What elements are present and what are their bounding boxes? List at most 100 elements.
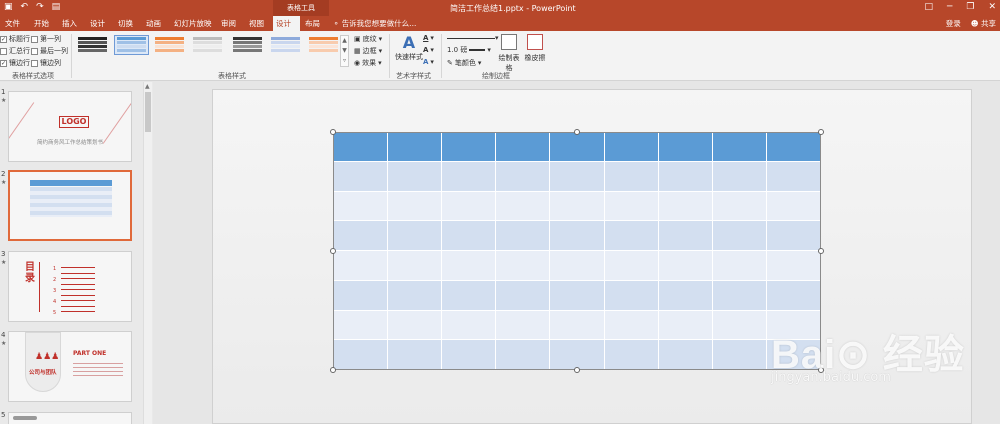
effects-button[interactable]: ◉ 效果 ▾ — [354, 58, 382, 68]
checkbox-last-column[interactable] — [31, 47, 38, 55]
undo-icon[interactable]: ↶ — [21, 2, 29, 12]
pen-color-label: 笔颜色 — [454, 59, 476, 67]
gallery-scroll[interactable]: ▲ ▼ ▿ — [340, 35, 349, 67]
pen-style-line[interactable] — [447, 38, 495, 39]
thumb-logo-box: LOGO — [59, 116, 89, 128]
start-from-beginning-icon[interactable]: ▤ — [52, 2, 61, 12]
option-banded-rows[interactable]: ✓ 镶边行 — [0, 58, 30, 68]
slide-thumb-4[interactable]: ♟♟♟ 公司与团队 PART ONE — [8, 331, 132, 402]
table-style-thumb-selected[interactable] — [114, 35, 149, 55]
chevron-down-icon: ▾ — [430, 34, 434, 42]
table-style-thumb[interactable] — [152, 35, 187, 55]
option-last-column[interactable]: 最后一列 — [31, 46, 68, 56]
ribbon-display-options-icon[interactable]: □ — [924, 2, 933, 12]
ribbon-tabs: 文件 开始 插入 设计 切换 动画 幻灯片放映 审阅 视图 设计 布局 ⚬ 告诉… — [0, 16, 1000, 31]
slide-thumb-2[interactable] — [8, 170, 132, 241]
table-style-thumb[interactable] — [230, 35, 265, 55]
slide-thumb-3[interactable]: 目录 1 2 3 4 5 — [8, 251, 132, 322]
slide-number: 3 — [1, 250, 6, 258]
group-separator — [389, 34, 390, 78]
slide-thumb-5[interactable] — [8, 412, 132, 424]
pen-color-button[interactable]: ✎ 笔颜色 ▾ — [447, 58, 481, 68]
resize-handle-bottom-left[interactable] — [330, 367, 336, 373]
text-outline-icon: A — [423, 46, 429, 54]
table-style-thumb[interactable] — [306, 35, 341, 55]
tab-view[interactable]: 视图 — [246, 16, 267, 31]
resize-handle-top[interactable] — [574, 129, 580, 135]
thumbnail-scrollbar[interactable]: ▲ — [143, 82, 152, 424]
option-total-row[interactable]: 汇总行 — [0, 46, 30, 56]
tab-file[interactable]: 文件 — [2, 16, 23, 31]
minimize-icon[interactable]: ─ — [947, 2, 952, 12]
tab-insert[interactable]: 插入 — [59, 16, 80, 31]
text-fill-icon: A — [423, 34, 429, 42]
checkbox-banded-rows[interactable]: ✓ — [0, 59, 7, 67]
quick-access-toolbar: ▣ ↶ ↷ ▤ — [4, 2, 60, 12]
thumb-table-header — [30, 180, 112, 186]
tell-me-text: 告诉我您想要做什么... — [341, 19, 417, 28]
lightbulb-icon: ⚬ — [333, 19, 340, 28]
paint-bucket-icon: ▣ — [354, 35, 361, 43]
resize-handle-right[interactable] — [818, 248, 824, 254]
resize-handle-bottom[interactable] — [574, 367, 580, 373]
borders-icon: ▦ — [354, 47, 361, 55]
eraser-button[interactable]: 橡皮擦 — [524, 34, 546, 63]
tab-home[interactable]: 开始 — [31, 16, 52, 31]
shading-button[interactable]: ▣ 底纹 ▾ — [354, 34, 382, 44]
slide-number: 4 — [1, 331, 6, 339]
chevron-down-icon: ▾ — [378, 59, 382, 67]
chevron-down-icon: ▾ — [487, 46, 491, 54]
sign-in-link[interactable]: 登录 — [946, 16, 961, 31]
pen-icon: ✎ — [447, 59, 453, 67]
redo-icon[interactable]: ↷ — [36, 2, 44, 12]
effects-label: 效果 — [362, 59, 377, 67]
tab-slideshow[interactable]: 幻灯片放映 — [171, 16, 215, 31]
text-outline-button[interactable]: A ▾ — [423, 46, 434, 54]
share-label: 共享 — [981, 19, 996, 28]
resize-handle-top-right[interactable] — [818, 129, 824, 135]
tab-review[interactable]: 审阅 — [218, 16, 239, 31]
checkbox-header-row[interactable]: ✓ — [0, 35, 7, 43]
pen-weight-dropdown[interactable]: 1.0 磅 ▾ — [447, 45, 491, 55]
table-style-thumb[interactable] — [190, 35, 225, 55]
person-icon: ☻ — [970, 19, 979, 28]
checkbox-banded-columns[interactable] — [31, 59, 38, 67]
save-icon[interactable]: ▣ — [4, 2, 13, 12]
close-icon[interactable]: ✕ — [988, 2, 996, 12]
checkbox-total-row[interactable] — [0, 47, 7, 55]
slide-thumb-1[interactable]: LOGO 简约商务风工作总结策划书 — [8, 91, 132, 162]
resize-handle-top-left[interactable] — [330, 129, 336, 135]
tab-design[interactable]: 设计 — [87, 16, 108, 31]
tab-table-design[interactable]: 设计 — [273, 16, 300, 31]
watermark-url: jingyan.baidu.com — [771, 370, 891, 385]
group-separator — [441, 34, 442, 78]
slide-number: 5 — [1, 411, 6, 419]
option-first-column[interactable]: 第一列 — [31, 34, 61, 44]
option-banded-columns[interactable]: 镶边列 — [31, 58, 61, 68]
resize-handle-left[interactable] — [330, 248, 336, 254]
thumb-divider — [39, 262, 40, 312]
pen-weight-label: 1.0 磅 — [447, 46, 468, 54]
text-effects-button[interactable]: A ▾ — [423, 58, 434, 66]
share-button[interactable]: ☻ 共享 — [971, 16, 996, 31]
tell-me-search[interactable]: ⚬ 告诉我您想要做什么... — [333, 16, 416, 31]
draw-table-button[interactable]: 绘制表格 — [496, 34, 522, 73]
option-header-row[interactable]: ✓ 标题行 — [0, 34, 30, 44]
scroll-up-icon[interactable]: ▲ — [145, 83, 150, 90]
restore-icon[interactable]: ❐ — [966, 2, 974, 12]
table-style-thumb[interactable] — [75, 35, 110, 55]
quick-styles-button[interactable]: A 快速样式 — [393, 34, 425, 62]
table-tools-context-label: 表格工具 — [273, 0, 329, 16]
slide-thumbnail-pane: 1 ★ LOGO 简约商务风工作总结策划书 2 ★ 3 ★ 目录 1 2 3 4… — [0, 82, 153, 424]
text-fill-button[interactable]: A ▾ — [423, 34, 434, 42]
wordart-a-icon: A — [402, 33, 416, 52]
tab-animations[interactable]: 动画 — [143, 16, 164, 31]
table-style-thumb[interactable] — [268, 35, 303, 55]
checkbox-first-column[interactable] — [31, 35, 38, 43]
borders-button[interactable]: ▦ 边框 ▾ — [354, 46, 382, 56]
tab-table-layout[interactable]: 布局 — [302, 16, 323, 31]
option-label: 镶边列 — [40, 59, 61, 67]
scrollbar-thumb[interactable] — [145, 92, 151, 132]
thumb-text-lines — [73, 360, 123, 378]
tab-transitions[interactable]: 切换 — [115, 16, 136, 31]
